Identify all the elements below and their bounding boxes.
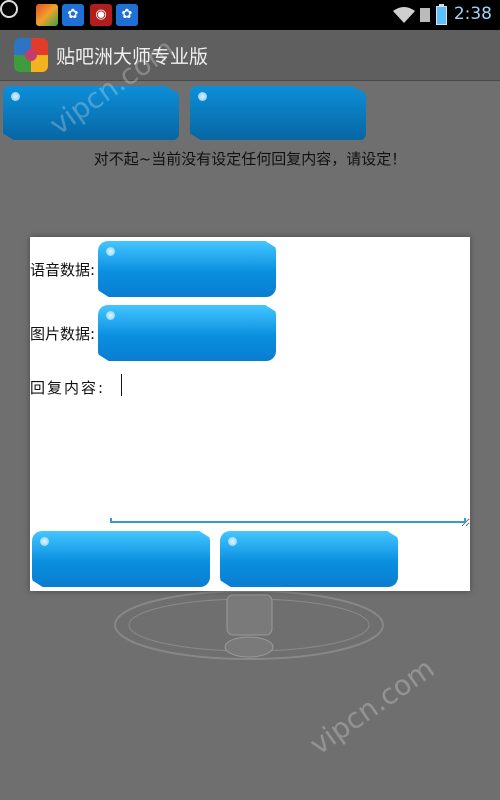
weibo-notification-icon: ◉ [90, 4, 112, 26]
app-notification-icon [36, 4, 58, 26]
background-right-button [190, 86, 366, 140]
background-left-button [3, 86, 179, 140]
status-bar: ✿ ◉ ✿ 2:38 [0, 0, 500, 30]
confirm-button[interactable] [32, 531, 210, 587]
signal-icon [420, 8, 430, 22]
watermark: vipcn.com [303, 651, 441, 762]
monitor-illustration [114, 590, 384, 660]
clock: 2:38 [453, 4, 492, 24]
battery-icon [436, 4, 447, 25]
cancel-button[interactable] [220, 531, 398, 587]
reply-content-input[interactable] [110, 371, 470, 527]
reply-content-label: 回复内容: [30, 379, 106, 397]
select-voice-button[interactable] [98, 241, 276, 297]
voice-data-label: 语音数据: [30, 261, 96, 279]
input-underline [110, 518, 466, 523]
app-title-bar: 贴吧洲大师专业版 [0, 30, 500, 81]
paw-notification-icon: ✿ [62, 4, 84, 26]
paw-notification-icon: ✿ [116, 4, 138, 26]
app-title: 贴吧洲大师专业版 [56, 46, 209, 68]
image-data-label: 图片数据: [30, 325, 96, 343]
reply-settings-dialog: 语音数据: 图片数据: 回复内容: [30, 237, 470, 591]
app-logo-icon [14, 38, 48, 72]
wifi-icon [393, 7, 415, 23]
empty-reply-message: 对不起~当前没有设定任何回复内容，请设定！ [93, 150, 407, 168]
search-icon [0, 0, 18, 18]
text-cursor [121, 374, 122, 396]
select-image-button[interactable] [98, 305, 276, 361]
